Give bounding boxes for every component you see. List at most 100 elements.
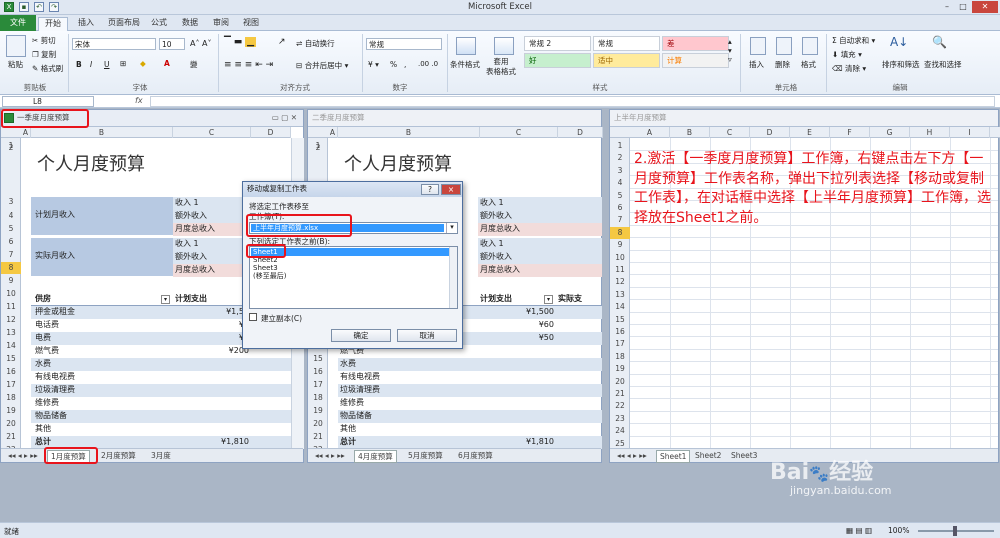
row-header[interactable]: 1 [610, 140, 630, 152]
row-header[interactable]: 14 [610, 301, 630, 313]
row-header[interactable]: 19 [610, 363, 630, 375]
cell-style-item[interactable]: 好 [524, 53, 591, 68]
fill-button[interactable]: ⬇ 填充 ▾ [832, 49, 862, 60]
comma-button[interactable]: , [404, 60, 406, 69]
name-box[interactable]: L8 [2, 96, 94, 107]
merge-center-button[interactable]: ⊟ 合并后居中 ▾ [296, 60, 348, 71]
number-format-select[interactable]: 常规 [366, 38, 442, 50]
sheet-tab-sheet3[interactable]: Sheet3 [728, 450, 760, 461]
list-scrollbar[interactable] [449, 247, 457, 308]
sheet-tab-may[interactable]: 5月度预算 [405, 450, 446, 461]
row-header[interactable]: 13 [1, 327, 21, 339]
col-header-a[interactable]: A [328, 127, 338, 138]
insert-cells-label[interactable]: 插入 [749, 59, 764, 70]
col-header[interactable]: D [750, 127, 790, 138]
border-icon[interactable]: ⊞ [120, 59, 126, 68]
insert-cells-icon[interactable] [750, 37, 766, 55]
sheet-nav-icon[interactable]: ◂◂ ◂ ▸ ▸▸ [312, 450, 348, 461]
paste-label[interactable]: 粘贴 [8, 59, 23, 70]
format-as-table-icon[interactable] [494, 37, 514, 55]
minimize-button[interactable]: – [940, 1, 954, 13]
row-header[interactable]: 2 [308, 142, 328, 154]
conditional-format-label[interactable]: 条件格式 [450, 59, 480, 70]
row-header[interactable]: 2 [1, 142, 21, 154]
font-color-icon[interactable]: A [164, 59, 170, 68]
row-header[interactable]: 9 [610, 239, 630, 251]
cell-style-item[interactable]: 计算 [662, 53, 729, 68]
row-header[interactable]: 21 [610, 388, 630, 400]
cell-style-item[interactable]: 常规 2 [524, 36, 591, 51]
cut-button[interactable]: ✂ 剪切 [32, 35, 56, 46]
format-painter-button[interactable]: ✎ 格式刷 [32, 63, 63, 74]
format-cells-icon[interactable] [802, 37, 818, 55]
row-header[interactable]: 18 [1, 392, 21, 404]
wrap-text-button[interactable]: ⇌ 自动换行 [296, 38, 335, 49]
row-header[interactable]: 18 [610, 351, 630, 363]
col-header-c[interactable]: C [480, 127, 558, 138]
sheet-tab-jun[interactable]: 6月度预算 [455, 450, 496, 461]
sheet-list-item[interactable]: Sheet3 [251, 264, 456, 272]
delete-cells-icon[interactable] [776, 37, 792, 55]
sheet-list-item[interactable]: (移至最后) [251, 272, 456, 280]
row-header[interactable]: 21 [1, 431, 21, 443]
decimal-icon[interactable]: .00 .0 [418, 60, 438, 68]
col-header[interactable]: B [670, 127, 710, 138]
row-header[interactable]: 9 [1, 275, 21, 287]
col-header[interactable]: H [910, 127, 950, 138]
sheet-tab-feb[interactable]: 2月度预算 [98, 450, 139, 461]
create-copy-checkbox[interactable] [249, 313, 257, 321]
row-header[interactable]: 20 [1, 418, 21, 430]
row-header[interactable]: 20 [308, 418, 328, 430]
row-header[interactable]: 5 [610, 190, 630, 202]
row-header[interactable]: 23 [610, 413, 630, 425]
row-header[interactable]: 6 [610, 202, 630, 214]
tab-formulas[interactable]: 公式 [145, 17, 173, 30]
tab-insert[interactable]: 插入 [72, 17, 100, 30]
row-header[interactable]: 19 [308, 405, 328, 417]
view-buttons-icon[interactable]: ▦ ▤ ▥ [846, 526, 872, 535]
orientation-icon[interactable]: ↗ [278, 37, 286, 47]
col-header-d[interactable]: D [251, 127, 291, 138]
underline-button[interactable]: U [104, 60, 110, 69]
row-header[interactable]: 11 [610, 264, 630, 276]
row-header[interactable]: 12 [1, 314, 21, 326]
zoom-level[interactable]: 100% [888, 526, 909, 535]
tab-page-layout[interactable]: 页面布局 [102, 17, 146, 30]
col-header[interactable]: C [710, 127, 750, 138]
conditional-format-icon[interactable] [456, 37, 476, 55]
workbook-window-h1[interactable]: 上半年月度预算 ABCDEFGHI 1 2 3 4 5 6 7 8 9 10 11 12 13 14 15 1… [609, 109, 1000, 463]
delete-cells-label[interactable]: 删除 [775, 59, 790, 70]
col-header-d[interactable]: D [558, 127, 603, 138]
format-as-table-label[interactable]: 套用 表格格式 [486, 57, 516, 77]
bold-button[interactable]: B [76, 60, 82, 69]
paste-icon[interactable] [6, 35, 26, 57]
clear-button[interactable]: ⌫ 清除 ▾ [832, 63, 866, 74]
row-header[interactable]: 13 [610, 289, 630, 301]
row-header[interactable]: 3 [1, 196, 21, 208]
row-header[interactable]: 7 [1, 249, 21, 261]
find-select-label[interactable]: 查找和选择 [924, 59, 962, 70]
row-header[interactable]: 11 [1, 301, 21, 313]
col-header[interactable]: I [950, 127, 990, 138]
sort-filter-label[interactable]: 排序和筛选 [882, 59, 920, 70]
col-header-c[interactable]: C [173, 127, 251, 138]
cell-style-item[interactable]: 差 [662, 36, 729, 51]
tab-view[interactable]: 视图 [237, 17, 265, 30]
tab-data[interactable]: 数据 [176, 17, 204, 30]
row-header[interactable]: 7 [610, 214, 630, 226]
dialog-help-button[interactable]: ? [421, 184, 439, 195]
currency-icon[interactable]: ¥ ▾ [368, 60, 379, 69]
format-cells-label[interactable]: 格式 [801, 59, 816, 70]
row-header[interactable]: 17 [308, 379, 328, 391]
row-header[interactable]: 17 [610, 338, 630, 350]
move-copy-dialog[interactable]: 移动或复制工作表 ? × 将选定工作表移至 工作簿(T): 上半年月度预算.xl… [242, 181, 463, 349]
row-header[interactable]: 24 [610, 425, 630, 437]
row-header[interactable]: 16 [308, 366, 328, 378]
font-size-select[interactable]: 10 [159, 38, 185, 50]
row-header[interactable]: 18 [308, 392, 328, 404]
font-name-select[interactable]: 宋体 [72, 38, 156, 50]
filter-dropdown-icon[interactable]: ▾ [544, 295, 553, 304]
row-header[interactable]: 8 [610, 226, 630, 239]
col-header[interactable]: E [790, 127, 830, 138]
copy-button[interactable]: ❐ 复制 [32, 49, 56, 60]
